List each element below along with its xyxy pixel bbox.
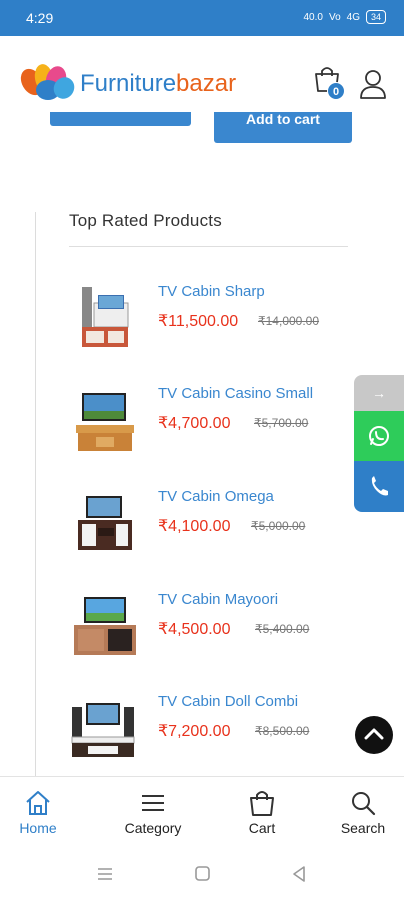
- nav-search-label: Search: [340, 820, 386, 836]
- product-item[interactable]: TV Cabin Mayoori ₹4,500.00 ₹5,400.00: [68, 591, 358, 681]
- product-image[interactable]: [68, 591, 138, 661]
- nav-cart[interactable]: Cart: [222, 777, 302, 847]
- phone-icon: [371, 476, 388, 496]
- call-button[interactable]: [354, 461, 404, 512]
- sidebar-divider: [35, 212, 36, 777]
- home-icon: [26, 791, 50, 815]
- system-nav-bar: [0, 846, 404, 900]
- product-old-price: ₹5,000.00: [251, 519, 306, 533]
- user-icon: [360, 70, 386, 99]
- product-image[interactable]: [68, 283, 138, 353]
- product-name[interactable]: TV Cabin Casino Small: [158, 385, 313, 402]
- product-price: ₹4,700.00: [158, 415, 231, 432]
- add-to-cart-button[interactable]: Add to cart: [214, 112, 352, 143]
- logo-text: Furniturebazar: [80, 70, 236, 98]
- signal-indicator: 4G: [346, 11, 360, 23]
- recent-apps-icon[interactable]: [96, 866, 114, 882]
- network-speed: 40.0: [303, 11, 323, 23]
- logo-text-part1: Furniture: [80, 70, 177, 97]
- nav-home-label: Home: [19, 820, 57, 836]
- status-time: 4:29: [26, 10, 54, 26]
- product-old-price: ₹14,000.00: [258, 314, 320, 328]
- product-name[interactable]: TV Cabin Doll Combi: [158, 693, 298, 710]
- back-icon[interactable]: [290, 865, 308, 883]
- nav-search[interactable]: Search: [323, 777, 403, 847]
- menu-icon: [142, 795, 164, 811]
- product-price: ₹7,200.00: [158, 723, 231, 740]
- cart-count-badge: 0: [327, 82, 345, 100]
- product-old-price: ₹8,500.00: [255, 724, 310, 738]
- side-arrow-button[interactable]: →: [354, 375, 404, 411]
- product-old-price: ₹5,700.00: [254, 416, 309, 430]
- nav-category[interactable]: Category: [113, 777, 193, 847]
- product-item[interactable]: TV Cabin Casino Small ₹4,700.00 ₹5,700.0…: [68, 385, 358, 475]
- product-image[interactable]: [68, 693, 138, 763]
- logo-text-part2: bazar: [176, 70, 237, 97]
- whatsapp-icon: [369, 426, 389, 446]
- product-price: ₹11,500.00: [158, 313, 239, 330]
- product-item[interactable]: TV Cabin Doll Combi ₹7,200.00 ₹8,500.00: [68, 693, 358, 783]
- nav-category-label: Category: [124, 820, 182, 836]
- product-image[interactable]: [68, 385, 138, 455]
- bottom-nav: Home Category Cart Search: [0, 776, 404, 846]
- product-name[interactable]: TV Cabin Mayoori: [158, 591, 278, 608]
- header-cart-button[interactable]: 0: [312, 64, 346, 102]
- volte-indicator: Vo: [328, 11, 341, 23]
- section-divider: [69, 246, 348, 247]
- site-logo[interactable]: Furniturebazar: [18, 64, 236, 104]
- product-price: ₹4,100.00: [158, 518, 231, 535]
- whatsapp-button[interactable]: [354, 411, 404, 461]
- search-icon: [352, 792, 376, 816]
- section-title: Top Rated Products: [69, 211, 222, 230]
- nav-home[interactable]: Home: [0, 777, 78, 847]
- product-image[interactable]: [68, 488, 138, 558]
- home-button-icon[interactable]: [194, 865, 212, 883]
- status-bar: 4:29 40.0 Vo 4G 34: [0, 0, 404, 36]
- buy-now-button[interactable]: [50, 112, 191, 126]
- product-price: ₹4,500.00: [158, 621, 231, 638]
- status-icons: 40.0 Vo 4G 34: [303, 10, 386, 24]
- shopping-bag-icon: [250, 791, 274, 816]
- scroll-to-top-button[interactable]: [355, 716, 393, 754]
- chevron-up-icon: [364, 728, 384, 740]
- user-account-button[interactable]: [358, 68, 388, 100]
- product-item[interactable]: TV Cabin Sharp ₹11,500.00 ₹14,000.00: [68, 283, 358, 373]
- logo-mark-icon: [20, 64, 75, 100]
- battery-icon: 34: [365, 10, 386, 24]
- product-item[interactable]: TV Cabin Omega ₹4,100.00 ₹5,000.00: [68, 488, 358, 578]
- product-old-price: ₹5,400.00: [255, 622, 310, 636]
- floating-contact-bar: →: [354, 375, 404, 512]
- product-name[interactable]: TV Cabin Sharp: [158, 283, 265, 300]
- nav-cart-label: Cart: [248, 820, 276, 836]
- add-to-cart-label: Add to cart: [246, 112, 320, 127]
- product-name[interactable]: TV Cabin Omega: [158, 488, 274, 505]
